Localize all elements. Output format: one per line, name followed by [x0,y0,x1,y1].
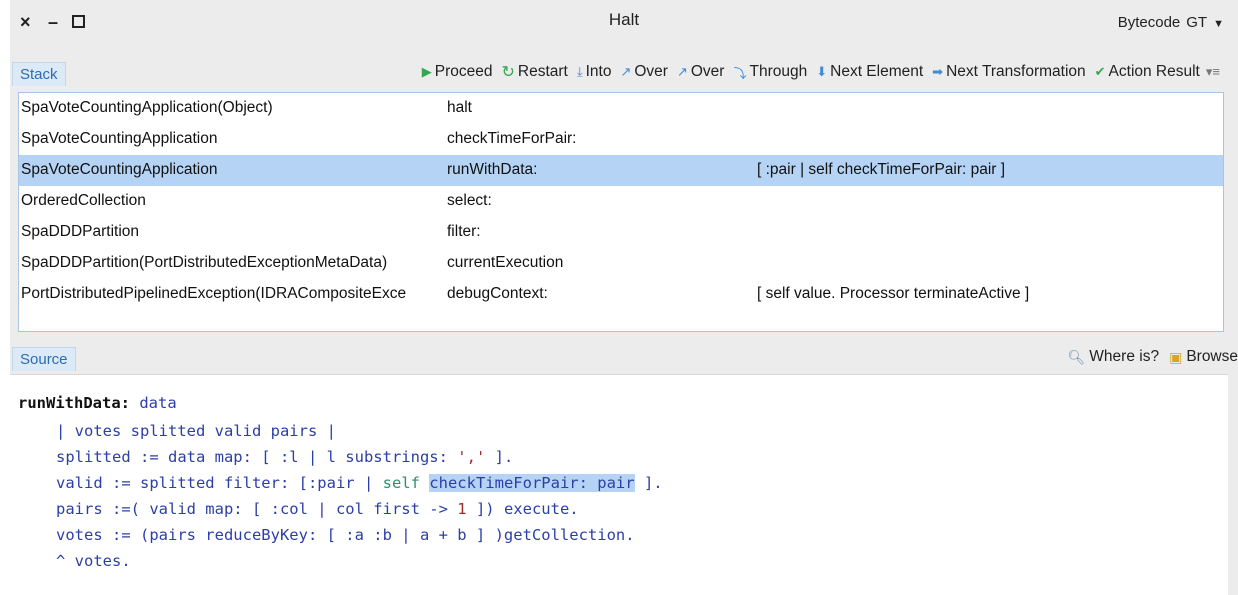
tab-source[interactable]: Source [12,347,76,371]
into-label: Into [585,63,612,80]
browse-icon: ▣ [1169,348,1183,365]
step-over-icon: ↗ [676,64,688,79]
code-line: | votes splitted valid pairs | [56,419,336,443]
highlighted-expression: checkTimeForPair: pair [429,474,635,492]
number-literal: 1 [457,500,467,518]
stack-method: checkTimeForPair: [447,130,577,147]
source-toolbar: 🔍︎ Where is? ▣ Browse [1058,348,1238,366]
stack-method: filter: [447,223,481,240]
stack-method: currentExecution [447,254,564,271]
code-text: pairs :=( valid map: [ :col | col first … [56,500,458,518]
window-title: Halt [608,10,640,29]
stack-block: [ :pair | self checkTimeForPair: pair ] [757,161,1006,178]
stack-list[interactable]: SpaVoteCountingApplication(Object) halt … [18,92,1224,332]
stack-receiver: SpaVoteCountingApplication [21,161,218,178]
code-text: votes := (pairs reduceByKey: [ :a :b | a… [56,526,635,544]
where-is-button[interactable]: 🔍︎ Where is? [1068,348,1160,366]
through-label: Through [749,63,808,80]
restart-label: Restart [517,63,568,80]
into-button[interactable]: ⤓ Into [577,63,612,81]
view-mode-gt[interactable]: GT [1186,14,1207,31]
tab-stack[interactable]: Stack [12,62,66,86]
code-line: pairs :=( valid map: [ :col | col first … [56,497,579,521]
step-over-icon: ↗ [620,64,632,79]
view-mode-bytecode[interactable]: Bytecode [1118,14,1181,31]
stack-row[interactable]: SpaDDDPartition filter: [19,217,1223,248]
checkmark-icon: ✔ [1094,64,1106,79]
stack-row[interactable]: SpaVoteCountingApplication checkTimeForP… [19,124,1223,155]
title-bar: × – Halt Bytecode GT ▼ [10,0,1238,56]
right-arrow-icon: ➡ [932,64,944,79]
string-literal: ',' [457,448,486,466]
code-text: splitted := data map: [ :l | l substring… [56,448,458,466]
stack-receiver: OrderedCollection [21,192,146,209]
stack-method: select: [447,192,492,209]
stack-row[interactable]: OrderedCollection select: [19,186,1223,217]
stack-block: [ self value. Processor terminateActive … [757,285,1030,302]
code-text: ^ votes. [56,552,131,570]
method-argument: data [139,394,177,412]
stack-method: halt [447,99,472,116]
code-line: runWithData: data [18,391,177,415]
through-button[interactable]: ⤵ Through [733,63,807,82]
stack-method: debugContext: [447,285,548,302]
magnifier-icon: 🔍︎ [1067,348,1086,365]
play-icon: ▶ [421,64,432,79]
code-line: ^ votes. [56,549,131,573]
stack-row[interactable]: SpaDDDPartition(PortDistributedException… [19,248,1223,279]
method-selector: runWithData: [18,394,130,412]
code-line: votes := (pairs reduceByKey: [ :a :b | a… [56,523,635,547]
over-button-2[interactable]: ↗ Over [677,63,725,81]
code-line: valid := splitted filter: [:pair | self … [56,471,663,495]
browse-label: Browse [1186,348,1238,365]
toolbar-menu-icon[interactable]: ▾≡ [1206,64,1220,80]
stack-row[interactable]: PortDistributedPipelinedException(IDRACo… [19,279,1223,310]
debugger-toolbar: ▶ Proceed ↻ Restart ⤓ Into ↗ Over ↗ Over ⤵ Thr… [413,62,1220,82]
step-into-icon: ⤓ [576,64,583,79]
debugger-window: × – Halt Bytecode GT ▼ Stack ▶ Proceed ↻ Res… [10,0,1238,595]
code-line: splitted := data map: [ :l | l substring… [56,445,513,469]
proceed-button[interactable]: ▶ Proceed [422,63,493,81]
next-transformation-button[interactable]: ➡ Next Transformation [932,63,1085,81]
proceed-label: Proceed [434,63,493,80]
stack-receiver: SpaDDDPartition(PortDistributedException… [21,254,388,271]
step-through-icon: ⤵ [733,65,747,81]
restart-icon: ↻ [501,64,515,81]
next-element-button[interactable]: ⬇ Next Element [816,63,923,81]
browse-button[interactable]: ▣ Browse [1169,348,1238,366]
source-code-editor[interactable]: runWithData: data | votes splitted valid… [10,374,1228,595]
down-arrow-icon: ⬇ [816,64,828,79]
over-label: Over [634,63,668,80]
restart-button[interactable]: ↻ Restart [501,62,567,82]
action-result-label: Action Result [1108,63,1200,80]
stack-row-selected[interactable]: SpaVoteCountingApplication runWithData: … [19,155,1223,186]
over-label-2: Over [690,63,725,80]
stack-receiver: SpaVoteCountingApplication [21,130,218,147]
self-keyword: self [382,474,420,492]
action-result-button[interactable]: ✔ Action Result [1095,63,1200,81]
code-text: ]. [485,448,514,466]
chevron-down-icon[interactable]: ▼ [1213,18,1224,30]
where-is-label: Where is? [1089,348,1160,365]
over-button[interactable]: ↗ Over [620,63,668,81]
stack-receiver: PortDistributedPipelinedException(IDRACo… [21,285,407,302]
stack-receiver: SpaVoteCountingApplication(Object) [21,99,273,116]
next-element-label: Next Element [830,63,924,80]
temporaries: | votes splitted valid pairs | [56,422,336,440]
stack-row[interactable]: SpaVoteCountingApplication(Object) halt [19,93,1223,124]
code-text: ]) execute. [466,500,579,518]
code-text: valid := splitted filter: [:pair | [56,474,383,492]
code-text: ]. [634,474,663,492]
view-mode-selector[interactable]: Bytecode GT ▼ [1118,14,1224,31]
next-transformation-label: Next Transformation [946,63,1086,80]
stack-method: runWithData: [447,161,538,178]
stack-receiver: SpaDDDPartition [21,223,140,240]
